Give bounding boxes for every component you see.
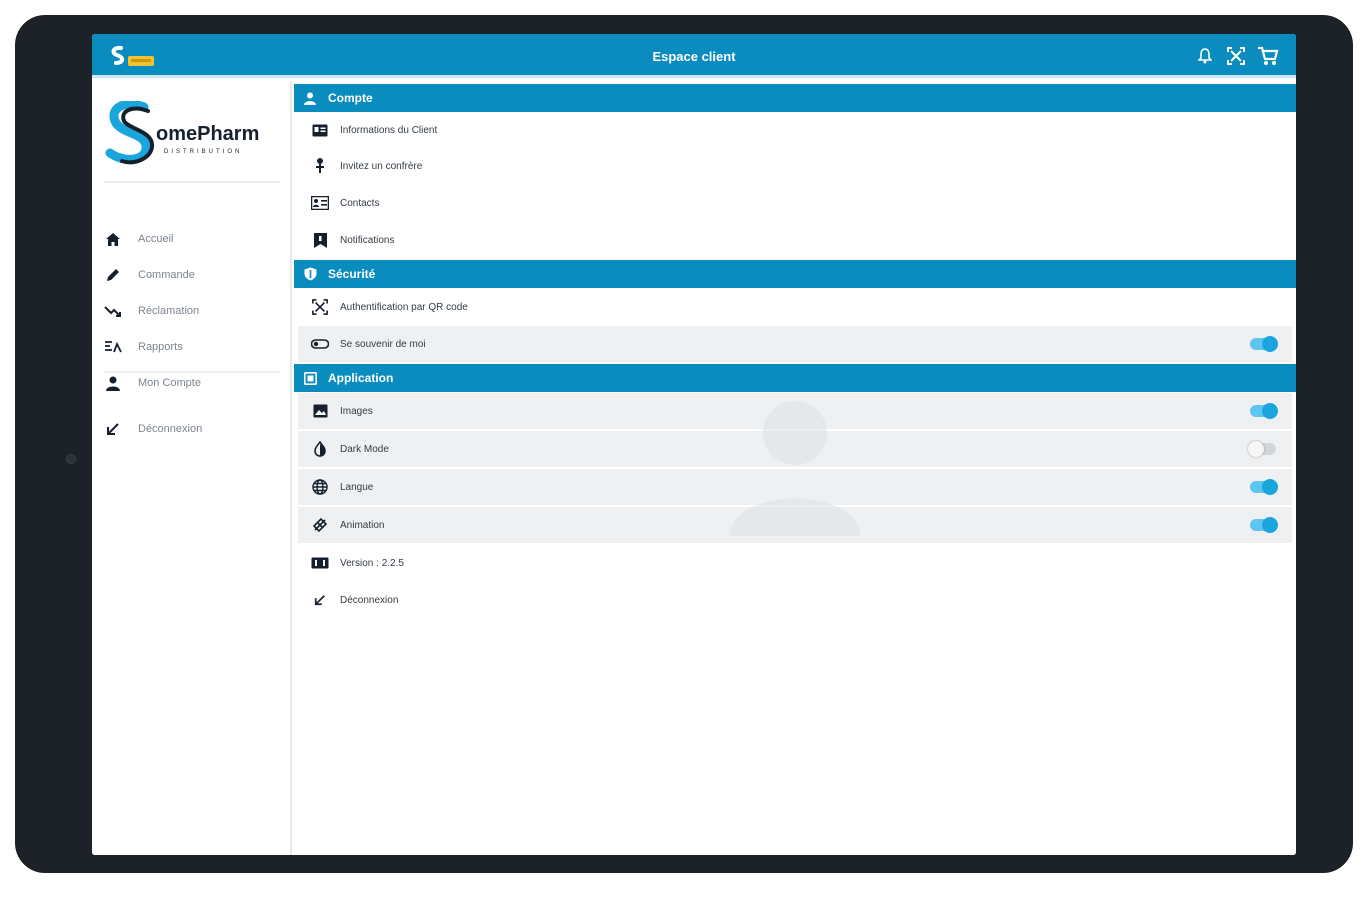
settings-row-notifications[interactable]: Notifications: [298, 222, 1292, 258]
row-label: Authentification par QR code: [340, 301, 468, 313]
volume-button: [80, 26, 130, 31]
settings-row-qr-auth[interactable]: Authentification par QR code: [298, 289, 1292, 325]
section-header-securite: Sécurité: [294, 260, 1296, 288]
id-card-icon: [310, 120, 330, 140]
remember-me-toggle[interactable]: [1250, 336, 1278, 352]
settings-row-langue[interactable]: Langue: [298, 469, 1292, 505]
invite-icon: [310, 156, 330, 176]
row-label: Invitez un confrère: [340, 160, 423, 172]
sidebar-item-label: Rapports: [138, 341, 183, 353]
toggle-knob: [1248, 441, 1264, 457]
row-label: Images: [340, 405, 373, 417]
sidebar-item-reclamation[interactable]: Réclamation: [102, 298, 282, 324]
settings-row-version: Version : 2.2.5: [298, 545, 1292, 581]
settings-row-images[interactable]: Images: [298, 393, 1292, 429]
section-title: Application: [328, 371, 394, 385]
divider: [104, 371, 280, 373]
person-icon: [102, 373, 124, 393]
row-label: Version : 2.2.5: [340, 557, 404, 569]
section-title: Compte: [328, 91, 373, 105]
brand-subtitle: DISTRIBUTION: [164, 149, 243, 155]
section-header-compte: Compte: [294, 84, 1296, 112]
sidebar-item-mon-compte[interactable]: Mon Compte: [102, 370, 282, 396]
top-app-bar: Espace client: [92, 34, 1296, 78]
settings-row-deconnexion[interactable]: Déconnexion: [298, 582, 1292, 618]
sidebar-item-label: Mon Compte: [138, 377, 201, 389]
sidebar-item-accueil[interactable]: Accueil: [102, 226, 282, 252]
settings-row-contacts[interactable]: Contacts: [298, 185, 1292, 221]
globe-icon: [310, 477, 330, 497]
remember-me-icon: [310, 334, 330, 354]
home-icon: [102, 229, 124, 249]
row-label: Animation: [340, 519, 385, 531]
toggle-knob: [1262, 403, 1278, 419]
app-screen: Espace client omePharm DISTRIBUTION Accu…: [92, 34, 1296, 855]
dark-mode-toggle[interactable]: [1248, 441, 1276, 457]
qr-scan-icon[interactable]: [1224, 44, 1248, 68]
power-button: [140, 26, 190, 31]
sidebar-item-commande[interactable]: Commande: [102, 262, 282, 288]
sidebar: omePharm DISTRIBUTION Accueil Commande R…: [92, 81, 292, 855]
langue-toggle[interactable]: [1250, 479, 1278, 495]
section-header-application: Application: [294, 364, 1296, 392]
shield-icon: [302, 266, 318, 282]
app-icon: [302, 370, 318, 386]
trend-down-icon: [102, 301, 124, 321]
qr-scan-icon: [310, 297, 330, 317]
settings-row-remember-me[interactable]: Se souvenir de moi: [298, 326, 1292, 362]
settings-row-animation[interactable]: Animation: [298, 507, 1292, 543]
settings-panel: Compte Informations du Client Invitez un…: [294, 81, 1296, 855]
sidebar-item-label: Réclamation: [138, 305, 200, 317]
animation-toggle[interactable]: [1250, 517, 1278, 533]
contacts-icon: [310, 193, 330, 213]
pencil-icon: [102, 265, 124, 285]
contrast-icon: [310, 439, 330, 459]
row-label: Notifications: [340, 234, 395, 246]
bell-icon[interactable]: [1193, 44, 1217, 68]
side-button: [25, 60, 31, 112]
row-label: Langue: [340, 481, 374, 493]
logout-icon: [310, 590, 330, 610]
animation-icon: [310, 515, 330, 535]
section-title: Sécurité: [328, 267, 376, 281]
settings-row-client-info[interactable]: Informations du Client: [298, 112, 1292, 148]
somepharm-s-logo: [105, 101, 154, 165]
divider: [104, 181, 280, 183]
toggle-knob: [1262, 479, 1278, 495]
sidebar-item-label: Accueil: [138, 233, 174, 245]
cart-icon[interactable]: [1256, 44, 1280, 68]
brand-logo: omePharm DISTRIBUTION: [104, 101, 282, 167]
sidebar-item-rapports[interactable]: Rapports: [102, 334, 282, 360]
version-icon: [310, 553, 330, 573]
toggle-knob: [1262, 517, 1278, 533]
logout-icon: [102, 419, 124, 439]
image-icon: [310, 401, 330, 421]
images-toggle[interactable]: [1250, 403, 1278, 419]
report-icon: [102, 337, 124, 357]
sidebar-item-deconnexion[interactable]: Déconnexion: [102, 416, 282, 442]
settings-row-dark-mode[interactable]: Dark Mode: [298, 431, 1292, 467]
page-title: Espace client: [652, 49, 736, 64]
brand-name: omePharm: [156, 123, 260, 145]
row-label: Dark Mode: [340, 443, 389, 455]
settings-row-invite[interactable]: Invitez un confrère: [298, 148, 1292, 184]
row-label: Informations du Client: [340, 124, 438, 136]
toggle-knob: [1262, 336, 1278, 352]
row-label: Contacts: [340, 197, 380, 209]
person-icon: [302, 90, 318, 106]
camera-lens: [66, 454, 76, 464]
row-label: Se souvenir de moi: [340, 338, 426, 350]
notification-flag-icon: [310, 230, 330, 250]
row-label: Déconnexion: [340, 594, 399, 606]
sidebar-item-label: Commande: [138, 269, 195, 281]
sidebar-item-label: Déconnexion: [138, 423, 203, 435]
